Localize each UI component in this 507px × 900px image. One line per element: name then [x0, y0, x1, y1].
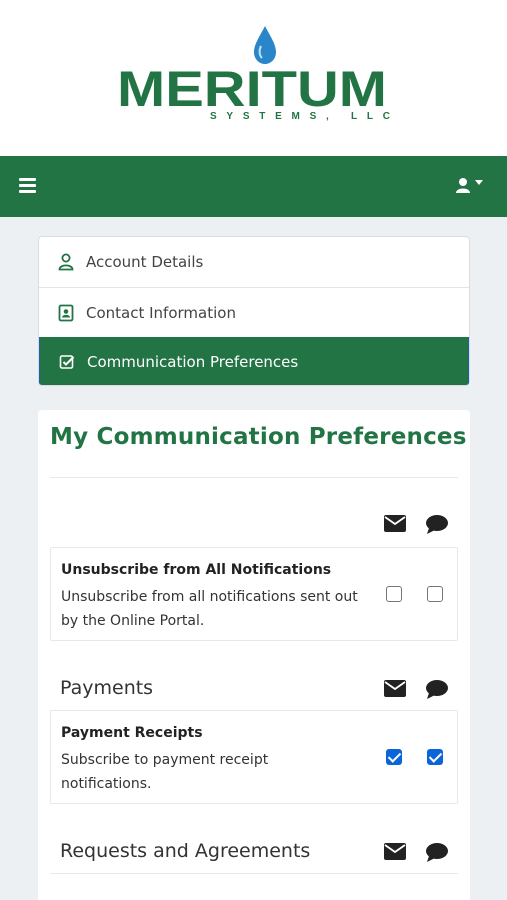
unsubscribe-all-row: Unsubscribe from All Notifications Unsub… — [50, 547, 458, 641]
preferences-card: My Communication Preferences Unsubscribe… — [38, 410, 470, 900]
user-outline-icon — [57, 253, 75, 271]
section-label-requests-agreements: Requests and Agreements — [60, 840, 311, 862]
envelope-icon — [384, 680, 406, 697]
account-nav: Account Details Contact Information Comm… — [38, 236, 470, 386]
pref-description: Subscribe to payment receipt notificatio… — [61, 752, 269, 792]
envelope-icon — [384, 515, 406, 532]
comment-icon — [426, 515, 448, 534]
nav-item-label: Account Details — [86, 253, 204, 271]
payment-receipts-email-checkbox[interactable] — [386, 749, 402, 765]
pref-title: Unsubscribe from All Notifications — [61, 562, 332, 578]
pref-title: Payment Receipts — [61, 725, 203, 741]
payment-receipts-sms-checkbox[interactable] — [427, 749, 443, 765]
nav-item-contact-information[interactable]: Contact Information — [39, 287, 469, 337]
nav-item-label: Communication Preferences — [87, 352, 299, 371]
payment-receipts-row: Payment Receipts Subscribe to payment re… — [50, 710, 458, 804]
nav-item-label: Contact Information — [86, 303, 236, 322]
nav-item-account-details[interactable]: Account Details — [39, 237, 469, 287]
water-drop-icon — [254, 26, 276, 64]
comment-icon — [426, 680, 448, 699]
logo-wordmark: MERITUM — [117, 61, 387, 117]
unsubscribe-sms-checkbox[interactable] — [427, 586, 443, 602]
top-navbar — [0, 156, 507, 217]
contact-card-icon — [57, 304, 75, 322]
check-square-icon — [58, 353, 76, 371]
meritum-logo: MERITUM SYSTEMS, LLC — [117, 26, 390, 122]
page-title: My Communication Preferences — [50, 424, 467, 450]
nav-item-communication-preferences[interactable]: Communication Preferences — [39, 337, 469, 385]
caret-down-icon — [475, 180, 483, 185]
section-label-payments: Payments — [60, 677, 154, 699]
envelope-icon — [384, 843, 406, 860]
divider — [50, 477, 458, 478]
divider — [50, 873, 458, 874]
comment-icon — [426, 843, 448, 862]
logo-area: MERITUM SYSTEMS, LLC — [0, 0, 507, 156]
pref-description: Unsubscribe from all notifications sent … — [61, 589, 358, 629]
user-menu-button[interactable] — [451, 173, 491, 199]
hamburger-icon[interactable] — [19, 178, 36, 193]
unsubscribe-email-checkbox[interactable] — [386, 586, 402, 602]
user-icon — [456, 178, 470, 193]
